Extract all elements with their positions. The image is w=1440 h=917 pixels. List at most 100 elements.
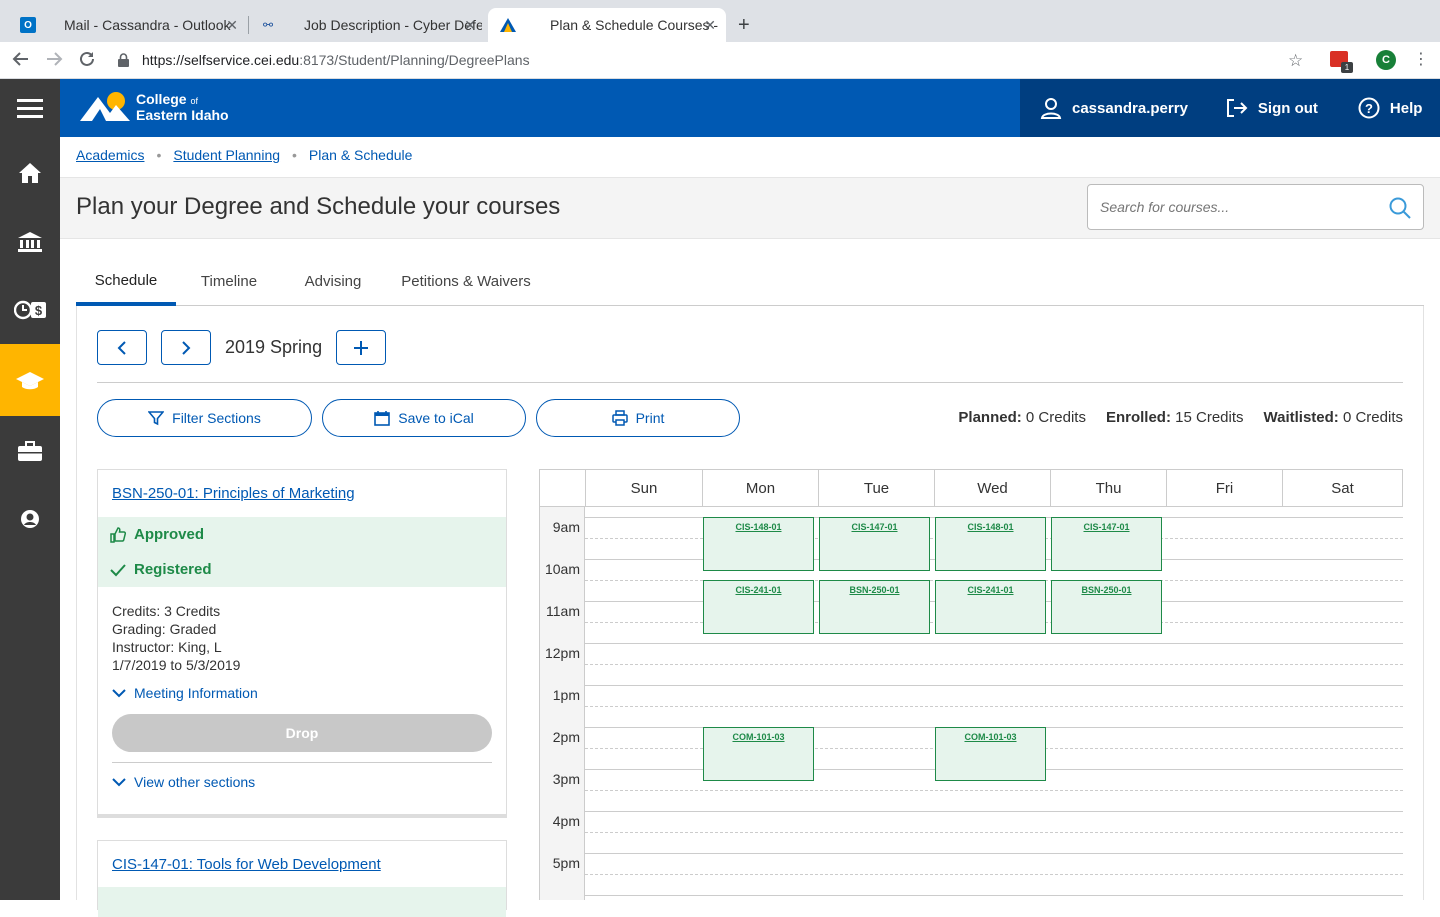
breadcrumb-student-planning[interactable]: Student Planning	[173, 147, 280, 163]
day-header: Sat	[1282, 470, 1402, 506]
grid-line	[585, 685, 1403, 686]
breadcrumb-separator: •	[292, 147, 297, 163]
hamburger-menu-icon[interactable]	[0, 79, 60, 139]
grid-line	[585, 664, 1403, 665]
user-profile-icon[interactable]	[0, 489, 60, 549]
sign-out-icon	[1226, 99, 1248, 117]
back-arrow-icon[interactable]	[12, 50, 30, 73]
calendar-event[interactable]: CIS-147-01	[1051, 517, 1162, 571]
calendar-event[interactable]: COM-101-03	[703, 727, 814, 781]
calendar-event-label: CIS-241-01	[735, 585, 782, 595]
schedule-calendar: Sun Mon Tue Wed Thu Fri Sat 9am 10am 11a…	[539, 469, 1403, 900]
username-label: cassandra.perry	[1072, 99, 1188, 117]
calendar-event[interactable]: BSN-250-01	[819, 580, 930, 634]
bank-icon[interactable]	[0, 212, 60, 272]
sign-out-button[interactable]: Sign out	[1226, 98, 1318, 118]
calendar-event[interactable]: CIS-147-01	[819, 517, 930, 571]
time-column: 9am 10am 11am 12pm 1pm 2pm 3pm 4pm 5pm	[539, 507, 585, 900]
profile-avatar[interactable]: C	[1376, 50, 1396, 70]
tab-advising[interactable]: Advising	[290, 258, 376, 305]
browser-tab-label: Job Description - Cyber Defen	[304, 17, 482, 33]
tab-schedule[interactable]: Schedule	[76, 258, 176, 306]
chevron-right-icon	[182, 340, 191, 355]
filter-sections-button[interactable]: Filter Sections	[97, 399, 312, 437]
forward-arrow-icon[interactable]	[45, 50, 63, 73]
time-label: 1pm	[552, 687, 580, 703]
save-to-ical-button[interactable]: Save to iCal	[322, 399, 526, 437]
briefcase-icon[interactable]	[0, 421, 60, 481]
college-logo[interactable]: College of Eastern Idaho	[80, 91, 229, 123]
course-title-link[interactable]: BSN-250-01: Principles of Marketing	[112, 485, 355, 502]
breadcrumb: Academics • Student Planning • Plan & Sc…	[76, 147, 412, 163]
time-money-icon[interactable]: $	[0, 280, 60, 340]
previous-term-button[interactable]	[97, 330, 147, 365]
close-icon[interactable]: ✕	[704, 17, 716, 34]
user-menu-button[interactable]: cassandra.perry	[1040, 97, 1188, 119]
calendar-event-label: COM-101-03	[964, 732, 1017, 742]
day-header: Tue	[818, 470, 934, 506]
course-search	[1087, 184, 1424, 230]
view-other-sections-toggle[interactable]: View other sections	[112, 774, 255, 790]
new-tab-plus-icon[interactable]: +	[738, 14, 750, 37]
course-instructor: Instructor: King, L	[112, 639, 222, 655]
plus-icon	[354, 340, 369, 355]
calendar-event[interactable]: CIS-241-01	[935, 580, 1046, 634]
tab-timeline[interactable]: Timeline	[188, 258, 270, 305]
home-icon[interactable]	[0, 143, 60, 203]
page-tabs: Schedule Timeline Advising Petitions & W…	[76, 258, 1424, 306]
calendar-event[interactable]: COM-101-03	[935, 727, 1046, 781]
divider	[112, 762, 492, 763]
help-button[interactable]: ? Help	[1358, 97, 1422, 119]
browser-menu-icon[interactable]: ⋮	[1413, 49, 1429, 69]
browser-tab-outlook[interactable]: O Mail - Cassandra - Outlook ✕	[8, 8, 248, 42]
course-title-link[interactable]: CIS-147-01: Tools for Web Development	[112, 856, 381, 873]
calendar-event[interactable]: CIS-148-01	[703, 517, 814, 571]
logo-text-college: College	[136, 91, 187, 107]
browser-tab-plan-schedule[interactable]: Plan & Schedule Courses - Ellu ✕	[488, 8, 726, 42]
view-other-sections-label: View other sections	[134, 774, 256, 790]
url-host: https://selfservice.cei.edu	[142, 52, 300, 68]
breadcrumb-separator: •	[156, 147, 162, 163]
time-label: 10am	[544, 561, 580, 577]
calendar-event[interactable]: CIS-241-01	[703, 580, 814, 634]
calendar-event-label: CIS-148-01	[967, 522, 1014, 532]
course-status: Approved Registered	[98, 517, 506, 587]
calendar-event[interactable]: CIS-148-01	[935, 517, 1046, 571]
close-icon[interactable]: ✕	[226, 17, 238, 34]
next-term-button[interactable]	[161, 330, 211, 365]
search-input[interactable]	[1100, 185, 1380, 229]
chevron-left-icon	[117, 340, 126, 355]
browser-tab-job-description[interactable]: ⚯ Job Description - Cyber Defen ✕	[248, 8, 486, 42]
planned-value: 0 Credits	[1025, 409, 1086, 426]
bookmark-star-icon[interactable]: ☆	[1288, 51, 1303, 71]
calendar-event-label: BSN-250-01	[849, 585, 900, 595]
planned-credits: Planned: 0 Credits	[958, 409, 1086, 426]
calendar-icon	[374, 411, 391, 426]
credit-summary: Planned: 0 Credits Enrolled: 15 Credits …	[938, 409, 1403, 426]
add-term-button[interactable]	[336, 330, 387, 365]
print-button[interactable]: Print	[536, 399, 740, 437]
approved-label: Approved	[134, 526, 205, 543]
close-icon[interactable]: ✕	[464, 17, 476, 34]
drop-button[interactable]: Drop	[112, 714, 492, 752]
grid-line	[585, 853, 1403, 854]
academics-graduation-cap-icon[interactable]	[0, 344, 60, 416]
course-credits: Credits: 3 Credits	[112, 603, 221, 619]
browser-tab-label: Plan & Schedule Courses - Ellu	[550, 17, 722, 33]
meeting-information-toggle[interactable]: Meeting Information	[112, 685, 258, 701]
search-icon[interactable]	[1389, 197, 1411, 224]
tab-petitions-waivers[interactable]: Petitions & Waivers	[394, 258, 538, 305]
left-nav: $	[0, 79, 60, 900]
grid-line	[585, 643, 1403, 644]
outlook-icon: O	[20, 17, 36, 33]
day-header: Mon	[702, 470, 818, 506]
calendar-event[interactable]: BSN-250-01	[1051, 580, 1162, 634]
grid-line	[585, 832, 1403, 833]
url-field[interactable]: https://selfservice.cei.edu:8173/Student…	[118, 46, 1318, 74]
browser-address-bar: https://selfservice.cei.edu:8173/Student…	[0, 42, 1440, 79]
breadcrumb-academics[interactable]: Academics	[76, 147, 144, 163]
course-grading: Grading: Graded	[112, 621, 217, 637]
reload-icon[interactable]	[78, 50, 96, 73]
checkmark-icon	[110, 563, 126, 576]
divider	[97, 382, 1403, 383]
